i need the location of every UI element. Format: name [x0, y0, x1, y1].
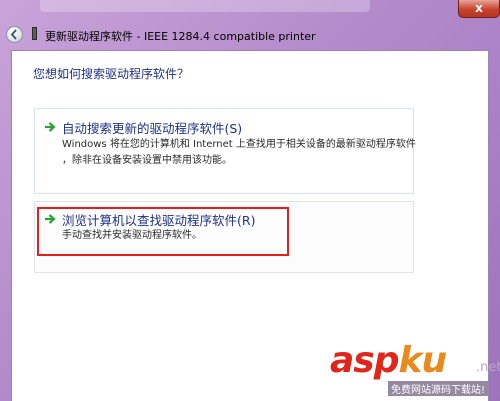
window-titlebar: x 更新驱动程序软件 - IEEE 1284.4 compatible prin…: [0, 0, 500, 52]
option-auto-search-desc-line2: ，除非在设备安装设置中禁用该功能。: [62, 155, 232, 166]
close-button[interactable]: x: [458, 0, 500, 18]
option-auto-search[interactable]: 自动搜索更新的驱动程序软件(S) Windows 将在您的计算机和 Intern…: [34, 108, 416, 194]
option-auto-search-desc-line1: Windows 将在您的计算机和 Internet 上查找用于相关设备的最新驱动…: [62, 139, 416, 150]
option-auto-search-title: 自动搜索更新的驱动程序软件(S): [62, 121, 243, 136]
page-question: 您想如何搜索驱动程序软件？: [33, 67, 190, 81]
watermark-logo: aspku .net 免费网站源码下载站!: [330, 340, 500, 401]
window-title: 更新驱动程序软件 - IEEE 1284.4 compatible printe…: [45, 30, 316, 43]
printer-device-icon: [32, 27, 37, 40]
watermark-suffix: .net: [476, 360, 500, 375]
watermark-brand: aspku: [330, 340, 447, 381]
back-arrow-icon: [10, 29, 17, 40]
green-arrow-icon: [45, 122, 56, 132]
screen: x 更新驱动程序软件 - IEEE 1284.4 compatible prin…: [0, 0, 500, 401]
back-button[interactable]: [6, 26, 23, 43]
red-highlight-annotation: [37, 207, 289, 256]
watermark-tagline: 免费网站源码下载站!: [388, 381, 489, 396]
